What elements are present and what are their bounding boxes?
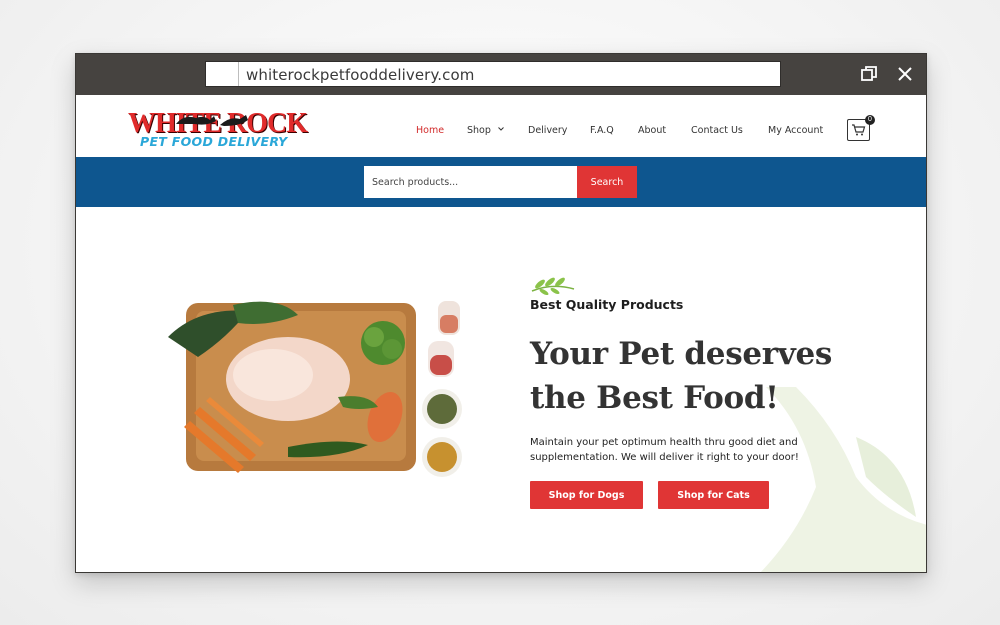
address-bar-icon-slot (206, 62, 239, 86)
restore-icon[interactable] (859, 64, 879, 84)
leaf-sprig-icon (531, 277, 575, 295)
search-button[interactable]: Search (577, 166, 637, 198)
site-logo[interactable]: WHITE ROCK PET FOOD DELIVERY (128, 110, 314, 152)
food-ingredients-image (168, 301, 462, 477)
nav-my-account[interactable]: My Account (768, 125, 823, 136)
logo-line-2: PET FOOD DELIVERY (140, 134, 288, 149)
hero-headline: Your Pet deserves the Best Food! (530, 336, 833, 416)
nav-faq[interactable]: F.A.Q (590, 125, 614, 136)
nav-shop-label: Shop (467, 125, 491, 136)
nav-about[interactable]: About (638, 125, 666, 136)
shop-for-cats-button[interactable]: Shop for Cats (658, 481, 769, 509)
logo-dog-silhouette-icon (176, 115, 248, 126)
chevron-down-icon (498, 127, 504, 131)
cart-count-badge: 0 (865, 115, 875, 125)
address-bar[interactable]: whiterockpetfooddelivery.com (205, 61, 781, 87)
site-header: WHITE ROCK PET FOOD DELIVERY Home Shop D… (76, 95, 926, 157)
nav-home[interactable]: Home (416, 125, 444, 136)
nav-contact-us[interactable]: Contact Us (691, 125, 743, 136)
title-bar: whiterockpetfooddelivery.com (76, 54, 926, 95)
nav-delivery[interactable]: Delivery (528, 125, 567, 136)
hero-section: Best Quality Products Your Pet deserves … (76, 207, 926, 572)
hero-eyebrow: Best Quality Products (530, 297, 684, 312)
address-url[interactable]: whiterockpetfooddelivery.com (246, 66, 475, 84)
hero-description: Maintain your pet optimum health thru go… (530, 437, 799, 463)
browser-window: whiterockpetfooddelivery.com WHITE ROCK … (75, 53, 927, 573)
shop-for-dogs-button[interactable]: Shop for Dogs (530, 481, 643, 509)
nav-shop[interactable]: Shop (467, 125, 505, 136)
search-input[interactable] (364, 166, 577, 198)
close-icon[interactable] (895, 64, 915, 84)
search-band: Search (76, 157, 926, 207)
